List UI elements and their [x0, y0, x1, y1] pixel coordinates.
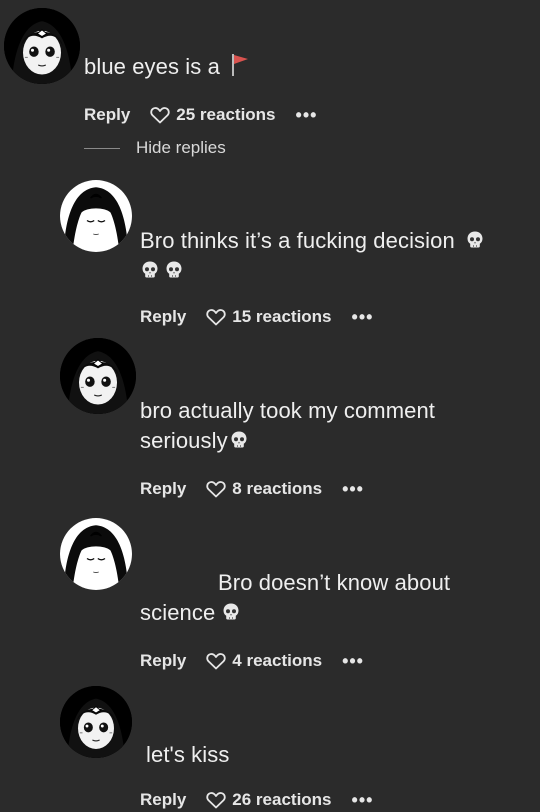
comment-actions: Reply 8 reactions ••• [140, 477, 364, 501]
divider-line [84, 147, 120, 149]
heart-icon [206, 791, 226, 809]
comment-body-line1: Bro doesn’t know about [218, 570, 451, 595]
reactions-button[interactable]: 15 reactions [206, 307, 332, 327]
comment-text: bro actually took my comment seriously [140, 396, 532, 456]
more-options-button[interactable]: ••• [342, 480, 364, 498]
comment-actions: Reply 25 reactions ••• [84, 103, 317, 127]
hide-replies-toggle[interactable]: Hide replies [84, 138, 226, 158]
skull-icon [229, 430, 249, 450]
avatar-image [60, 180, 132, 252]
comment-text: blue eyes is a [84, 52, 250, 82]
hide-replies-label: Hide replies [136, 138, 226, 157]
avatar-image [60, 338, 136, 414]
comment-body: blue eyes is a [84, 54, 220, 79]
avatar[interactable] [4, 8, 80, 84]
reactions-button[interactable]: 8 reactions [206, 479, 322, 499]
comment-actions: Reply 26 reactions ••• [140, 788, 373, 812]
comment-text: Bro thinks it’s a fucking decision [140, 226, 532, 286]
more-options-button[interactable]: ••• [342, 652, 364, 670]
more-options-button[interactable]: ••• [352, 308, 374, 326]
reactions-button[interactable]: 26 reactions [206, 790, 332, 810]
reply-button[interactable]: Reply [140, 790, 186, 810]
comment-body: Bro thinks it’s a fucking decision [140, 228, 455, 253]
red-flag-icon [232, 54, 249, 76]
reply-button[interactable]: Reply [140, 651, 186, 671]
reactions-button[interactable]: 25 reactions [150, 105, 276, 125]
skull-icon [465, 230, 485, 250]
comment-body: let's kiss [146, 742, 230, 767]
reactions-button[interactable]: 4 reactions [206, 651, 322, 671]
skull-icon [221, 602, 241, 622]
heart-icon [206, 308, 226, 326]
reply-button[interactable]: Reply [84, 105, 130, 125]
reply-button[interactable]: Reply [140, 307, 186, 327]
comment-text: Bro doesn’t know about science [140, 568, 532, 628]
reactions-count: 25 reactions [176, 105, 276, 124]
skull-icon [164, 260, 184, 280]
comment-body-line1: bro actually took my comment [140, 398, 436, 423]
avatar[interactable] [60, 338, 136, 414]
reactions-count: 15 reactions [232, 307, 332, 326]
avatar[interactable] [60, 180, 132, 252]
avatar[interactable] [60, 518, 132, 590]
comment-body-line2: science [140, 600, 216, 625]
comment-actions: Reply 15 reactions ••• [140, 305, 373, 329]
heart-icon [206, 652, 226, 670]
comment-actions: Reply 4 reactions ••• [140, 649, 364, 673]
reactions-count: 4 reactions [232, 651, 323, 670]
more-options-button[interactable]: ••• [352, 791, 374, 809]
reactions-count: 26 reactions [232, 790, 332, 809]
more-options-button[interactable]: ••• [296, 106, 318, 124]
comment-body-line2: seriously [140, 428, 228, 453]
reply-button[interactable]: Reply [140, 479, 186, 499]
avatar-image [60, 518, 132, 590]
heart-icon [150, 106, 170, 124]
heart-icon [206, 480, 226, 498]
avatar[interactable] [60, 686, 132, 758]
comment-text: let's kiss [146, 740, 229, 770]
avatar-image [4, 8, 80, 84]
avatar-image [60, 686, 132, 758]
skull-icon [140, 260, 160, 280]
reactions-count: 8 reactions [232, 479, 323, 498]
